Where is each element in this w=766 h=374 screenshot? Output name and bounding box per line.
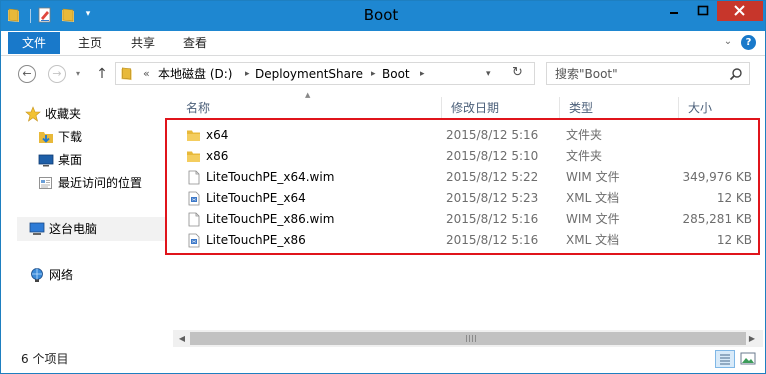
breadcrumb-deploymentshare[interactable]: DeploymentShare xyxy=(255,67,363,81)
item-count: 6 个项目 xyxy=(21,352,69,366)
recent-places-icon xyxy=(39,177,52,189)
column-header-date[interactable]: 修改日期 xyxy=(442,97,560,119)
explorer-window: ▾ Boot 文件 主页 共享 查看 ⌄ ? ← → ▾ ↑ « 本地磁盘 (D… xyxy=(0,0,766,374)
star-icon xyxy=(25,106,41,122)
breadcrumb-separator-icon[interactable]: ▸ xyxy=(420,67,425,81)
breadcrumb-drive[interactable]: 本地磁盘 (D:) xyxy=(158,67,232,81)
computer-icon xyxy=(29,222,45,235)
nav-label: 网络 xyxy=(49,268,74,282)
search-input[interactable] xyxy=(555,66,725,82)
refresh-icon[interactable]: ↻ xyxy=(512,65,523,81)
maximize-button[interactable] xyxy=(690,1,716,21)
maximize-icon xyxy=(697,5,709,16)
minimize-icon xyxy=(670,12,678,14)
nav-label: 这台电脑 xyxy=(49,222,98,236)
column-header-size[interactable]: 大小 xyxy=(679,97,763,119)
highlight-annotation-box xyxy=(165,118,760,255)
scrollbar-grip xyxy=(466,335,476,342)
navigation-pane: 收藏夹 下载 桌面 最近访问的位置 这台电脑 网络 xyxy=(1,93,166,345)
address-dropdown-icon[interactable]: ▾ xyxy=(486,67,491,81)
large-icons-view-icon xyxy=(740,352,756,365)
forward-button[interactable]: → xyxy=(48,65,66,83)
tab-share[interactable]: 共享 xyxy=(131,32,155,54)
horizontal-scrollbar[interactable]: ◀ ▶ xyxy=(173,330,763,347)
column-header-name[interactable]: 名称 xyxy=(177,97,442,119)
tab-home[interactable]: 主页 xyxy=(78,32,102,54)
tab-file[interactable]: 文件 xyxy=(8,32,60,54)
tab-view[interactable]: 查看 xyxy=(183,32,207,54)
address-bar[interactable]: « 本地磁盘 (D:) ▸ DeploymentShare ▸ Boot ▸ ▾… xyxy=(115,62,535,85)
column-header-type[interactable]: 类型 xyxy=(560,97,679,119)
expand-ribbon-icon[interactable]: ⌄ xyxy=(721,35,735,49)
desktop-icon xyxy=(38,154,54,167)
nav-label: 下载 xyxy=(58,130,83,144)
network-icon xyxy=(31,268,43,282)
search-icon[interactable] xyxy=(729,67,743,81)
back-button[interactable]: ← xyxy=(18,65,36,83)
help-icon[interactable]: ? xyxy=(741,35,756,50)
scroll-right-icon[interactable]: ▶ xyxy=(747,333,757,344)
nav-label: 最近访问的位置 xyxy=(58,176,143,190)
details-view-icon xyxy=(720,354,730,365)
recent-locations-dropdown-icon[interactable]: ▾ xyxy=(73,69,83,79)
minimize-button[interactable] xyxy=(661,1,687,21)
window-title: Boot xyxy=(363,6,399,24)
close-icon xyxy=(734,5,745,16)
scrollbar-thumb[interactable] xyxy=(190,332,746,345)
status-bar: 6 个项目 xyxy=(1,347,765,373)
breadcrumb-separator-icon[interactable]: ▸ xyxy=(245,67,250,81)
scroll-left-icon[interactable]: ◀ xyxy=(177,333,187,344)
navigation-bar: ← → ▾ ↑ « 本地磁盘 (D:) ▸ DeploymentShare ▸ … xyxy=(1,56,765,92)
column-headers: 名称 修改日期 类型 大小 xyxy=(173,97,763,119)
large-icons-view-button[interactable] xyxy=(738,350,758,368)
up-button[interactable]: ↑ xyxy=(94,65,110,83)
nav-label: 桌面 xyxy=(58,153,83,167)
search-box[interactable] xyxy=(546,62,750,85)
breadcrumb-boot[interactable]: Boot xyxy=(382,67,410,81)
close-button[interactable] xyxy=(717,1,763,21)
ribbon-tabs: 文件 主页 共享 查看 ⌄ ? xyxy=(1,31,765,56)
nav-label: 收藏夹 xyxy=(45,107,82,121)
details-view-button[interactable] xyxy=(715,350,735,368)
downloads-folder-icon xyxy=(39,132,53,143)
breadcrumb-overflow[interactable]: « xyxy=(143,67,150,81)
breadcrumb-separator-icon[interactable]: ▸ xyxy=(371,67,376,81)
folder-icon xyxy=(121,67,132,81)
title-bar[interactable]: ▾ Boot xyxy=(1,1,765,31)
